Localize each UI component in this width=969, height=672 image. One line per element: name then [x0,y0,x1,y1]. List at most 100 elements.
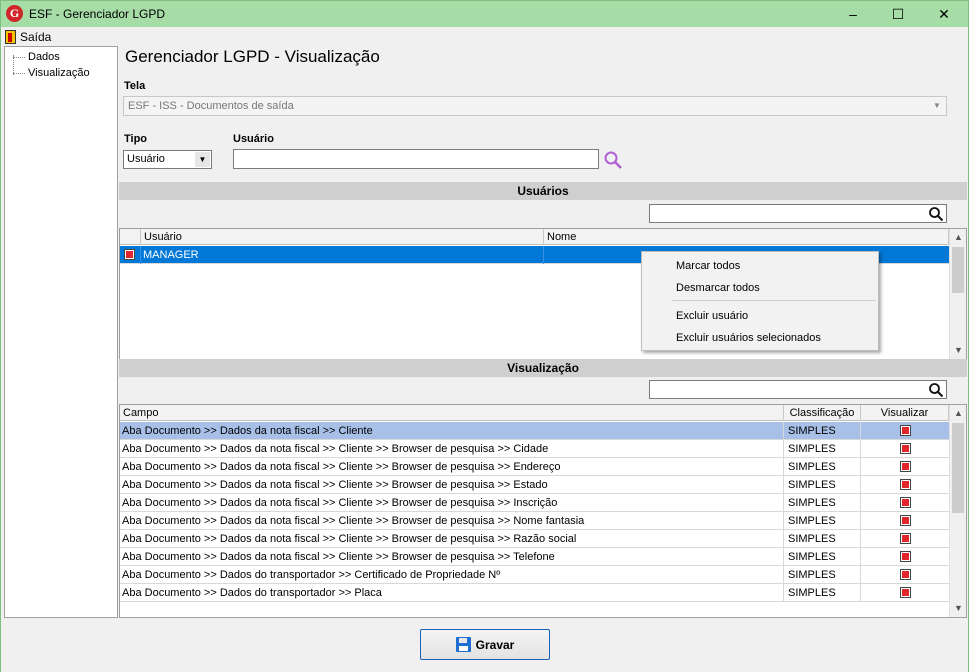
cell-campo: Aba Documento >> Dados da nota fiscal >>… [120,512,784,530]
search-icon[interactable] [928,382,944,398]
cell-visualizar[interactable] [861,566,949,584]
header-select-column [120,229,141,245]
cell-campo: Aba Documento >> Dados da nota fiscal >>… [120,422,784,440]
cell-visualizar[interactable] [861,422,949,440]
dropdown-arrow-icon[interactable]: ▼ [195,152,210,167]
cell-classificacao: SIMPLES [784,440,861,458]
tipo-select[interactable]: Usuário ▼ [123,150,212,169]
usuarios-search-input[interactable] [649,204,947,223]
cell-campo: Aba Documento >> Dados da nota fiscal >>… [120,440,784,458]
checkbox-icon[interactable] [899,443,911,454]
table-row[interactable]: Aba Documento >> Dados da nota fiscal >>… [120,512,949,530]
cell-campo: Aba Documento >> Dados da nota fiscal >>… [120,548,784,566]
checkbox-icon[interactable] [899,515,911,526]
search-icon[interactable] [603,150,623,170]
checkbox-icon[interactable] [899,587,911,598]
table-row[interactable]: Aba Documento >> Dados da nota fiscal >>… [120,530,949,548]
visualizacao-search-input[interactable] [649,380,947,399]
table-row[interactable]: Aba Documento >> Dados da nota fiscal >>… [120,440,949,458]
menu-exit[interactable]: Saída [5,28,51,45]
checkbox-icon[interactable] [899,497,911,508]
cell-visualizar[interactable] [861,548,949,566]
visualizacao-grid-header: Campo Classificação Visualizar [120,405,949,421]
tela-label: Tela [124,80,146,92]
cell-campo: Aba Documento >> Dados da nota fiscal >>… [120,458,784,476]
scroll-up-icon[interactable]: ▲ [950,229,966,246]
cell-visualizar[interactable] [861,530,949,548]
scroll-thumb[interactable] [952,247,964,293]
column-header-classificacao[interactable]: Classificação [784,405,861,421]
search-icon[interactable] [928,206,944,222]
save-button[interactable]: Gravar [420,629,550,660]
menu-item-excluir-selecionados[interactable]: Excluir usuários selecionados [676,332,821,344]
tree-item-label: Visualização [28,67,90,79]
scroll-down-icon[interactable]: ▼ [950,600,966,617]
visualizacao-section-header: Visualização [119,359,967,377]
cell-classificacao: SIMPLES [784,530,861,548]
cell-visualizar[interactable] [861,512,949,530]
column-header-campo[interactable]: Campo [120,405,784,421]
menu-item-desmarcar-todos[interactable]: Desmarcar todos [676,282,760,294]
cell-classificacao: SIMPLES [784,476,861,494]
tela-select[interactable]: ESF - ISS - Documentos de saída ▼ [123,96,947,116]
scroll-up-icon[interactable]: ▲ [950,405,966,422]
checkbox-icon[interactable] [899,479,911,490]
menu-item-excluir-usuario[interactable]: Excluir usuário [676,310,748,322]
usuario-input[interactable] [233,149,599,169]
close-button[interactable]: ✕ [921,1,967,27]
cell-campo: Aba Documento >> Dados da nota fiscal >>… [120,476,784,494]
checkbox-icon[interactable] [899,461,911,472]
cell-visualizar[interactable] [861,584,949,602]
usuarios-section-header: Usuários [119,182,967,200]
checkbox-icon[interactable] [124,249,135,260]
app-logo-icon: G [6,5,23,22]
column-header-visualizar[interactable]: Visualizar [861,405,949,421]
scroll-thumb[interactable] [952,423,964,513]
navigation-tree: Dados Visualização [4,46,118,618]
table-row[interactable]: Aba Documento >> Dados do transportador … [120,566,949,584]
table-row[interactable]: Aba Documento >> Dados da nota fiscal >>… [120,422,949,440]
visualizacao-scrollbar[interactable]: ▲ ▼ [949,405,966,617]
checkbox-icon[interactable] [899,569,911,580]
window-title: ESF - Gerenciador LGPD [29,7,166,21]
title-bar[interactable]: G ESF - Gerenciador LGPD – ☐ ✕ [1,1,968,27]
cell-classificacao: SIMPLES [784,512,861,530]
tree-item-dados[interactable]: Dados [13,51,60,63]
cell-visualizar[interactable] [861,494,949,512]
cell-campo: Aba Documento >> Dados do transportador … [120,584,784,602]
column-header-usuario[interactable]: Usuário [141,229,544,245]
cell-classificacao: SIMPLES [784,422,861,440]
cell-visualizar[interactable] [861,458,949,476]
cell-campo: Aba Documento >> Dados da nota fiscal >>… [120,530,784,548]
cell-classificacao: SIMPLES [784,494,861,512]
tela-select-value: ESF - ISS - Documentos de saída [128,100,294,112]
usuarios-grid-header: Usuário Nome [120,229,949,245]
tipo-label: Tipo [124,133,148,145]
dropdown-arrow-icon[interactable]: ▼ [930,99,944,113]
app-window: G ESF - Gerenciador LGPD – ☐ ✕ Saída Dad… [0,0,969,672]
checkbox-icon[interactable] [899,551,911,562]
usuarios-scrollbar[interactable]: ▲ ▼ [949,229,966,359]
menu-exit-label: Saída [20,29,52,44]
cell-classificacao: SIMPLES [784,584,861,602]
tree-item-visualizacao[interactable]: Visualização [13,67,90,79]
column-header-nome[interactable]: Nome [544,229,949,245]
cell-visualizar[interactable] [861,476,949,494]
row-checkbox[interactable] [120,246,141,264]
menu-item-marcar-todos[interactable]: Marcar todos [676,260,740,272]
minimize-button[interactable]: – [830,1,876,27]
tree-branch-line [13,72,25,74]
table-row[interactable]: Aba Documento >> Dados da nota fiscal >>… [120,458,949,476]
table-row[interactable]: Aba Documento >> Dados da nota fiscal >>… [120,548,949,566]
cell-visualizar[interactable] [861,440,949,458]
checkbox-icon[interactable] [899,533,911,544]
checkbox-icon[interactable] [899,425,911,436]
table-row[interactable]: Aba Documento >> Dados do transportador … [120,584,949,602]
maximize-button[interactable]: ☐ [875,1,921,27]
visualizacao-grid: Campo Classificação Visualizar Aba Docum… [119,404,967,618]
context-menu: Marcar todos Desmarcar todos Excluir usu… [641,251,879,351]
table-row[interactable]: Aba Documento >> Dados da nota fiscal >>… [120,476,949,494]
tree-branch-line [13,56,25,58]
scroll-down-icon[interactable]: ▼ [950,342,966,359]
table-row[interactable]: Aba Documento >> Dados da nota fiscal >>… [120,494,949,512]
